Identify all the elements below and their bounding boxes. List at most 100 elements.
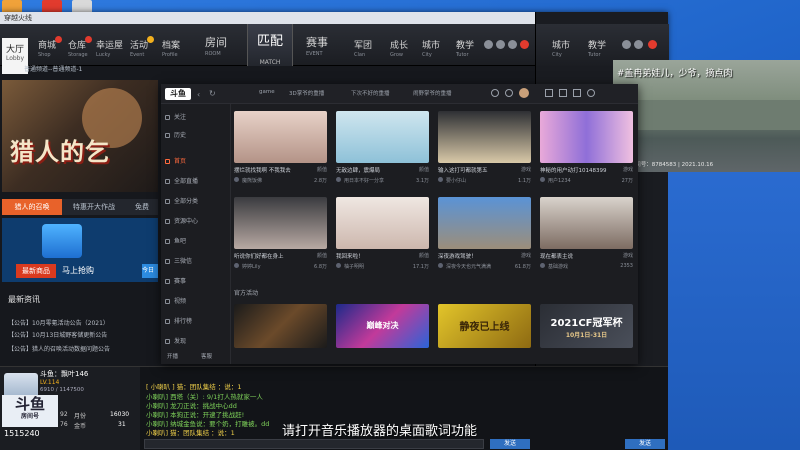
desktop-strip [668,172,800,450]
nav-profile-sub: Profile [162,52,178,58]
official-events-label: 官方活动 [234,290,259,297]
nav-event[interactable]: 活动 Event [130,38,148,58]
nav-shop-label: 商城 [38,41,57,51]
nav-event-label: 活动 [130,41,149,51]
stream-preview[interactable]: #盖冉弟娃儿，少爷，摘点肉 斗鱼 房间号：8784583 | 2021.10.1… [613,60,800,172]
close-icon[interactable] [648,40,657,49]
nav-match[interactable]: 匹配 MATCH [247,24,293,66]
player-exp: 6910 / 1147500 [40,387,84,393]
message-icon[interactable] [559,89,567,97]
settings-icon[interactable] [587,89,595,97]
sidebar-item-categories[interactable]: 全部分类 [165,196,227,208]
player-level: LV.114 [40,379,60,386]
sidebar-item-home[interactable]: 首页 [165,156,227,168]
nav-profile[interactable]: 档案 Profile [162,38,180,58]
chat-icon [165,259,170,264]
nav-lobby-label: 大厅 [5,45,24,55]
friends-icon[interactable] [496,40,505,49]
nav-tutor-2[interactable]: 教学 Tutor [588,38,606,58]
support-button[interactable]: 客服 [201,352,212,360]
live-card[interactable]: 摆烂就找我啊 不我我去 颜值 魔熊饭佛 2.8万 [234,111,327,193]
top-tab[interactable]: 闹野掌爷的重播 [413,89,455,97]
news-item[interactable]: 【公告】猎人的召唤活动数据问题公告 [8,344,158,353]
top-tab[interactable]: 下次不好的重播 [351,89,393,97]
sidebar-item-video[interactable]: 视频 [165,296,227,308]
history-icon[interactable] [491,89,499,97]
official-event-card[interactable]: 静夜已上线 [438,304,531,348]
send-button[interactable]: 发送 [625,439,665,449]
chat-input[interactable] [144,439,484,449]
logo-text: 斗鱼 [14,395,45,413]
settings-icon[interactable] [634,40,643,49]
official-event-card[interactable] [234,304,327,348]
sidebar-item-fishbar[interactable]: 鱼吧 [165,236,227,248]
mail-icon[interactable] [622,40,631,49]
tab-special[interactable]: 特惠开大作战 [64,199,124,215]
street-scene [613,100,800,130]
send-button[interactable]: 发送 [490,439,530,449]
card-streamer: 用日本不好一分享 [344,178,385,184]
douyu-logo[interactable]: 斗鱼 [165,88,191,100]
chat-message: [ 小喇叭 ] 猫：团队集结 ：说：1 [146,383,242,391]
card-heat: 2353 [620,263,633,269]
live-card[interactable]: 神秘的用户动打10148399 游戏 用户1234 27万 [540,111,633,193]
live-card[interactable]: 听说你们好都在身上 颜值 婷婷Lily 6.8万 [234,197,327,279]
live-card[interactable]: 输入这打可都就第五 游戏 要小仔山 1.1万 [438,111,531,193]
sidebar-item-all-live[interactable]: 全部直播 [165,176,227,188]
shop-icon[interactable] [545,89,553,97]
coin-balance: 1515240 [4,429,40,438]
promo-panel[interactable]: 最新商品 马上抢购 今日 [2,218,158,282]
sidebar-item-follow[interactable]: 关注 [165,112,227,124]
back-icon[interactable]: ‹ [197,90,200,99]
nav-clan[interactable]: 军团 Clan [354,38,372,58]
nav-grow[interactable]: 成长 Grow [390,38,408,58]
stat-value: 31 [118,421,126,428]
go-live-button[interactable]: 开播 [167,352,178,360]
close-icon[interactable] [520,40,529,49]
streamer-avatar [234,263,239,268]
card-tag: 颜值 [316,167,327,173]
sidebar-item-discover[interactable]: 发现 [165,336,227,348]
favorite-icon[interactable] [505,89,513,97]
live-card[interactable]: 现在都表主说 游戏 基础游戏 2353 [540,197,633,279]
nav-lobby-sub: Lobby [5,55,25,62]
top-tab[interactable]: 3D掌爷的重播 [289,89,331,97]
live-card[interactable]: 无敌边肆，震爆局 颜值 用日本不好一分享 3.1万 [336,111,429,193]
settings-icon[interactable] [508,40,517,49]
official-event-text: 巅峰对决 [366,321,399,330]
sidebar-item-wechat[interactable]: 三微信 [165,256,227,268]
user-avatar[interactable] [519,88,529,98]
official-event-card[interactable]: 巅峰对决 [336,304,429,348]
sidebar-item-resources[interactable]: 资源中心 [165,216,227,228]
sidebar-item-ranking[interactable]: 排行榜 [165,316,227,328]
nav-lucky[interactable]: 幸运屋 Lucky [96,38,123,58]
nav-match-sub: MATCH [259,59,281,66]
sidebar-item-history[interactable]: 历史 [165,130,227,142]
nav-city[interactable]: 城市 City [422,38,440,58]
nav-room-label: 房间 [205,36,227,49]
sidebar-item-esports[interactable]: 赛事 [165,276,227,288]
hero-banner[interactable]: 猎人的乞 [2,80,158,192]
today-label[interactable]: 今日 [142,264,158,278]
mail-icon[interactable] [484,40,493,49]
official-event-date: 10月1日-31日 [565,332,608,339]
live-card[interactable]: 深夜游戏驾驶！ 游戏 深夜今天也元气满满 61.8万 [438,197,531,279]
nav-tutor[interactable]: 教学 Tutor [456,38,474,58]
buy-now-button[interactable]: 马上抢购 [62,264,118,278]
live-card[interactable]: 我回来啦！ 颜值 柚子明明 17.1万 [336,197,429,279]
nav-city-2[interactable]: 城市 City [552,38,570,58]
nav-shop[interactable]: 商城 Shop [38,38,56,58]
nav-room[interactable]: 房间 ROOM [205,34,227,57]
download-icon[interactable] [573,89,581,97]
official-event-card[interactable]: 2021CF冠军杯 10月1日-31日 [540,304,633,348]
news-item[interactable]: 【公告】10月13日城野客储更新公告 [8,330,158,339]
card-tag: 游戏 [622,167,633,173]
stat-label: 月份 [74,413,87,420]
tab-free[interactable]: 免费 [126,199,158,215]
card-streamer: 用户1234 [548,178,571,184]
nav-tournament[interactable]: 赛事 EVENT [306,34,328,57]
nav-match-label: 匹配 [256,34,283,49]
news-item[interactable]: 【公告】10月零氪活动公告（2021） [8,318,158,327]
refresh-icon[interactable]: ↻ [209,89,216,98]
tab-hunter[interactable]: 猎人的召唤 [2,199,62,215]
